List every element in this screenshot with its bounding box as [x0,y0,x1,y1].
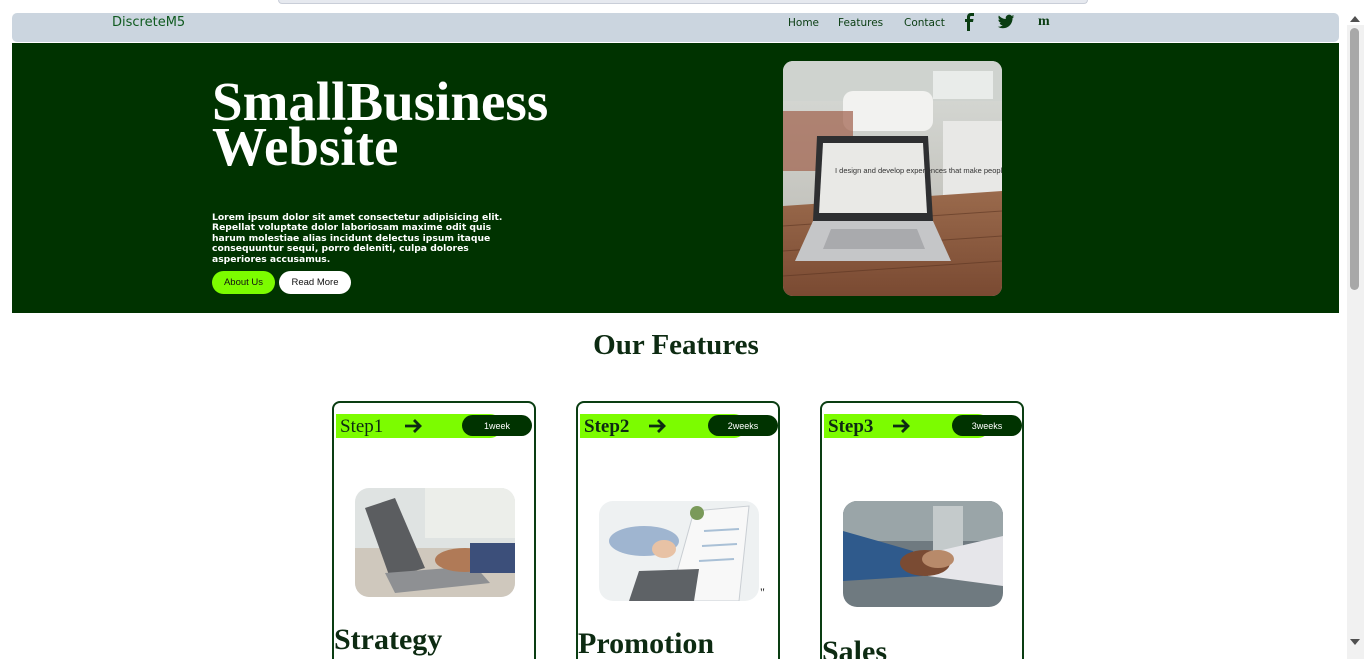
card-title: Promotion [578,627,715,659]
step-label: Step2 [584,416,630,437]
hero-section: SmallBusiness Website Lorem ipsum dolor … [12,43,1339,313]
feature-card-strategy[interactable]: Step1 1week Strategy [332,401,536,659]
feature-card-promotion[interactable]: Step2 2weeks " Promotion [576,401,780,659]
card-title: Sales [822,635,888,659]
arrow-right-icon [893,419,910,433]
stray-quote-mark: " [760,585,765,599]
arrow-right-icon [405,419,422,433]
card-title: Strategy [334,623,443,656]
duration-badge: 2weeks [708,415,778,436]
promotion-photo [599,501,759,601]
feature-card-sales[interactable]: Step3 3weeks Sales [820,401,1024,659]
browser-top-edge [278,0,1088,4]
about-us-button[interactable]: About Us [212,271,275,294]
arrow-right-icon [649,419,666,433]
medium-icon[interactable]: m [1038,14,1056,34]
nav-link-contact[interactable]: Contact [904,17,945,29]
features-title: Our Features [593,329,759,361]
hero-description: Lorem ipsum dolor sit amet consectetur a… [212,212,503,265]
strategy-photo [355,488,515,597]
read-more-button[interactable]: Read More [279,271,351,294]
scroll-down-arrow-icon[interactable] [1349,637,1361,647]
duration-badge: 3weeks [952,415,1022,436]
scroll-up-arrow-icon[interactable] [1349,14,1361,24]
hero-laptop-photo: I design and develop experiences that ma… [783,61,1002,296]
sales-handshake-photo [843,501,1003,607]
brand-logo[interactable]: DiscreteM5 [112,15,185,30]
nav-link-features[interactable]: Features [838,17,883,29]
hero-title: SmallBusiness Website [212,71,549,177]
duration-badge: 1week [462,415,532,436]
twitter-icon[interactable] [997,13,1015,33]
facebook-icon[interactable] [962,13,980,33]
nav-link-home[interactable]: Home [788,17,819,29]
scrollbar-thumb[interactable] [1350,28,1359,290]
laptop-screen-text: I design and develop experiences that ma… [835,166,1002,175]
step-label: Step3 [828,416,874,437]
navbar: DiscreteM5 Home Features Contact m [12,13,1339,42]
step-label: Step1 [340,416,384,437]
